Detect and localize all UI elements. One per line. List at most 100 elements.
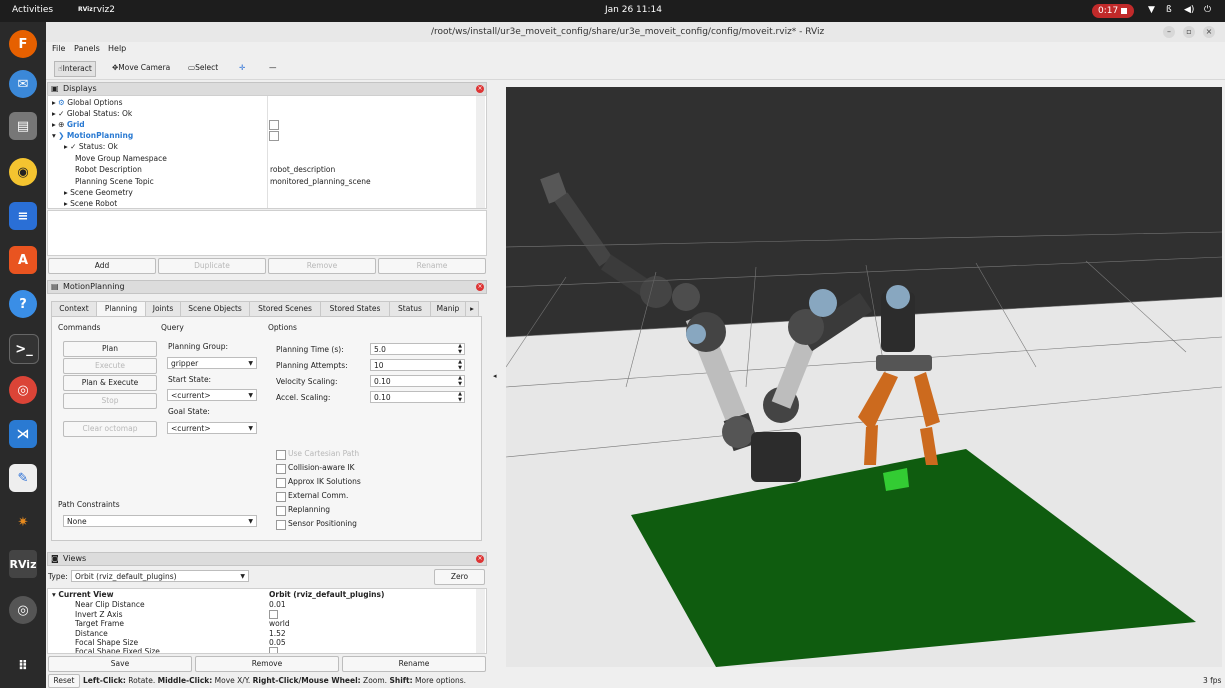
rviz-dock-icon[interactable]: RViz — [9, 550, 37, 578]
fixed-size-checkbox[interactable] — [269, 647, 278, 653]
files-icon[interactable]: ▤ — [9, 112, 37, 140]
network-icon[interactable]: ▼ — [1148, 5, 1155, 15]
rename-view-button[interactable]: Rename — [342, 656, 486, 672]
close-panel-icon[interactable]: × — [476, 85, 484, 93]
tree-value[interactable]: monitored_planning_scene — [270, 176, 371, 187]
zero-button[interactable]: Zero — [434, 569, 485, 585]
minimize-icon[interactable]: – — [1163, 26, 1175, 38]
planning-attempts-spinbox[interactable]: 10 ▲ ▼ — [370, 359, 465, 371]
thunderbird-icon[interactable]: ✉ — [9, 70, 37, 98]
planning-group-select[interactable]: gripper ▼ — [167, 357, 257, 369]
activities-button[interactable]: Activities — [12, 5, 53, 15]
plan-execute-button[interactable]: Plan & Execute — [63, 375, 157, 391]
collision-ik-checkbox[interactable] — [276, 464, 286, 474]
tab-planning[interactable]: Planning — [96, 301, 146, 317]
tab-stored-scenes[interactable]: Stored Scenes — [249, 301, 321, 316]
add-tool-icon[interactable]: ✛ — [236, 61, 248, 75]
velocity-scaling-spinbox[interactable]: 0.10 ▲ ▼ — [370, 375, 465, 387]
tree-row[interactable]: ▸ Scene Robot — [64, 198, 117, 209]
tree-row[interactable]: ▸ ✓ Global Status: Ok — [52, 108, 132, 119]
start-state-select[interactable]: <current> ▼ — [167, 389, 257, 401]
menu-help[interactable]: Help — [108, 44, 126, 53]
tab-manipulation[interactable]: Manip — [430, 301, 466, 316]
3d-viewport[interactable] — [506, 87, 1222, 667]
path-constraints-select[interactable]: None ▼ — [63, 515, 257, 527]
tree-value[interactable]: 0.01 — [269, 599, 286, 610]
menu-panels[interactable]: Panels — [74, 44, 100, 53]
planning-time-spinbox[interactable]: 5.0 ▲ ▼ — [370, 343, 465, 355]
remove-display-button[interactable]: Remove — [268, 258, 376, 274]
tree-row[interactable]: ▸ ⊕ Grid — [52, 119, 85, 130]
tree-row[interactable]: ▾ ❯ MotionPlanning — [52, 130, 133, 141]
tab-context[interactable]: Context — [51, 301, 97, 316]
ros-app-icon[interactable]: ✷ — [9, 508, 37, 536]
replanning-checkbox[interactable] — [276, 506, 286, 516]
tree-row[interactable]: Move Group Namespace — [75, 153, 167, 164]
execute-button[interactable]: Execute — [63, 358, 157, 374]
bluetooth-icon[interactable]: ß — [1166, 5, 1172, 15]
sensor-positioning-checkbox[interactable] — [276, 520, 286, 530]
chevron-down-icon: ▼ — [248, 360, 253, 367]
stop-button[interactable]: Stop — [63, 393, 157, 409]
tab-stored-states[interactable]: Stored States — [320, 301, 390, 316]
external-comm-checkbox[interactable] — [276, 492, 286, 502]
views-tree[interactable]: ▾ Current View Orbit (rviz_default_plugi… — [47, 588, 487, 654]
chrome-icon[interactable]: ◎ — [9, 376, 37, 404]
tree-row[interactable]: ▸ Scene Geometry — [64, 187, 133, 198]
help-icon[interactable]: ? — [9, 290, 37, 318]
app-menu[interactable]: rviz2 — [93, 5, 115, 15]
tab-scroll-right-icon[interactable]: ▸ — [465, 301, 479, 316]
grid-checkbox[interactable] — [269, 120, 279, 130]
firefox-icon[interactable]: F — [9, 30, 37, 58]
remove-view-button[interactable]: Remove — [195, 656, 339, 672]
add-display-button[interactable]: Add — [48, 258, 156, 274]
terminal-icon[interactable]: >_ — [9, 334, 39, 364]
rename-display-button[interactable]: Rename — [378, 258, 486, 274]
save-view-button[interactable]: Save — [48, 656, 192, 672]
cartesian-path-checkbox[interactable] — [276, 450, 286, 460]
accel-scaling-spinbox[interactable]: 0.10 ▲ ▼ — [370, 391, 465, 403]
tree-value[interactable]: Orbit (rviz_default_plugins) — [269, 589, 384, 600]
rhythmbox-icon[interactable]: ◉ — [9, 158, 37, 186]
text-editor-icon[interactable]: ✎ — [9, 464, 37, 492]
menu-file[interactable]: File — [52, 44, 65, 53]
move-camera-tool[interactable]: ✥Move Camera — [109, 61, 173, 75]
displays-tree[interactable]: ▸ ⚙ Global Options ▸ ✓ Global Status: Ok… — [47, 95, 487, 209]
screen-record-indicator[interactable]: 0:17 — [1092, 4, 1134, 18]
views-scrollbar[interactable] — [476, 589, 485, 653]
goal-state-select[interactable]: <current> ▼ — [167, 422, 257, 434]
collapse-left-icon[interactable]: ◂ — [493, 372, 497, 380]
motionplanning-checkbox[interactable] — [269, 131, 279, 141]
close-icon[interactable]: × — [1203, 26, 1215, 38]
vscode-icon[interactable]: ⋊ — [9, 420, 37, 448]
view-type-select[interactable]: Orbit (rviz_default_plugins) ▼ — [71, 570, 249, 582]
maximize-icon[interactable]: ▫ — [1183, 26, 1195, 38]
app-center-icon[interactable]: A — [9, 246, 37, 274]
remove-tool-icon[interactable]: — — [266, 61, 280, 75]
close-panel-icon[interactable]: × — [476, 555, 484, 563]
select-tool[interactable]: ▭Select — [185, 61, 221, 75]
writer-icon[interactable]: ≡ — [9, 202, 37, 230]
close-panel-icon[interactable]: × — [476, 283, 484, 291]
tree-row[interactable]: ▸ ✓ Status: Ok — [64, 141, 118, 152]
tree-row[interactable]: Robot Description — [75, 164, 142, 175]
tab-status[interactable]: Status — [389, 301, 431, 316]
interact-tool[interactable]: ☝Interact — [54, 61, 96, 77]
clear-octomap-button[interactable]: Clear octomap — [63, 421, 157, 437]
duplicate-display-button[interactable]: Duplicate — [158, 258, 266, 274]
tab-scene-objects[interactable]: Scene Objects — [180, 301, 250, 316]
displays-scrollbar[interactable] — [476, 96, 485, 208]
disc-icon[interactable]: ◎ — [9, 596, 37, 624]
clock[interactable]: Jan 26 11:14 — [605, 5, 662, 15]
show-apps-icon[interactable]: ⠿ — [9, 652, 37, 680]
power-icon[interactable]: ⏻ — [1204, 5, 1211, 15]
tree-row[interactable]: Focal Shape Fixed Size — [75, 646, 160, 653]
approx-ik-checkbox[interactable] — [276, 478, 286, 488]
tree-value[interactable]: robot_description — [270, 164, 335, 175]
tree-row[interactable]: ▸ ⚙ Global Options — [52, 97, 123, 108]
reset-button[interactable]: Reset — [48, 674, 80, 688]
tab-joints[interactable]: Joints — [145, 301, 181, 316]
volume-icon[interactable]: ◀) — [1184, 5, 1194, 15]
tree-row[interactable]: Planning Scene Topic — [75, 176, 154, 187]
plan-button[interactable]: Plan — [63, 341, 157, 357]
